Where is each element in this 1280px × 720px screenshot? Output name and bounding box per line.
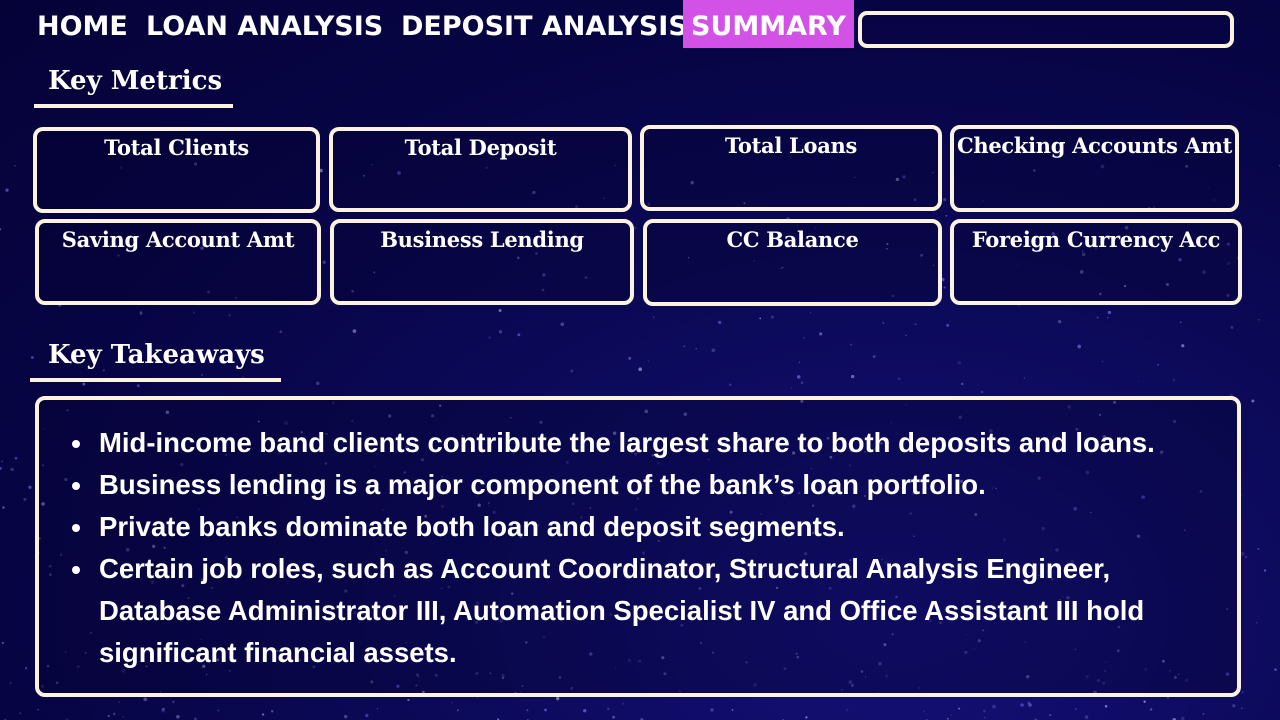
metric-card-label: Total Loans <box>725 133 857 158</box>
key-metrics-underline <box>34 104 233 108</box>
metric-card-foreign-currency[interactable]: Foreign Currency Acc <box>950 219 1242 305</box>
metric-card-label: Business Lending <box>380 227 584 252</box>
metric-card-label: Checking Accounts Amt <box>956 133 1233 158</box>
metric-card-checking-accounts[interactable]: Checking Accounts Amt <box>950 125 1239 212</box>
metric-card-total-deposit[interactable]: Total Deposit <box>329 127 632 212</box>
nav-summary[interactable]: SUMMARY <box>683 0 854 48</box>
slicer-box[interactable] <box>858 11 1234 48</box>
metric-card-label: Total Clients <box>104 135 249 160</box>
key-takeaways-underline <box>30 378 281 382</box>
metric-card-total-loans[interactable]: Total Loans <box>640 125 942 211</box>
list-item: Mid-income band clients contribute the l… <box>95 422 1207 464</box>
list-item: Business lending is a major component of… <box>95 464 1207 506</box>
list-item: Certain job roles, such as Account Coord… <box>95 548 1207 674</box>
key-takeaways-title: Key Takeaways <box>48 340 265 370</box>
takeaways-list: Mid-income band clients contribute the l… <box>39 400 1237 674</box>
list-item: Private banks dominate both loan and dep… <box>95 506 1207 548</box>
key-takeaways-panel: Mid-income band clients contribute the l… <box>35 396 1241 697</box>
metric-card-saving-account[interactable]: Saving Account Amt <box>35 219 321 305</box>
nav-home[interactable]: HOME <box>37 0 128 48</box>
metric-card-label: CC Balance <box>726 227 859 252</box>
metric-card-business-lending[interactable]: Business Lending <box>330 219 634 305</box>
nav-loan-analysis[interactable]: LOAN ANALYSIS <box>146 0 383 48</box>
metric-card-cc-balance[interactable]: CC Balance <box>643 219 942 306</box>
metric-card-label: Foreign Currency Acc <box>971 227 1221 252</box>
metric-card-label: Total Deposit <box>404 135 557 160</box>
metric-card-total-clients[interactable]: Total Clients <box>33 127 320 213</box>
nav-deposit-analysis[interactable]: DEPOSIT ANALYSIS <box>401 0 688 48</box>
key-metrics-title: Key Metrics <box>48 66 223 96</box>
metric-card-label: Saving Account Amt <box>61 227 295 252</box>
